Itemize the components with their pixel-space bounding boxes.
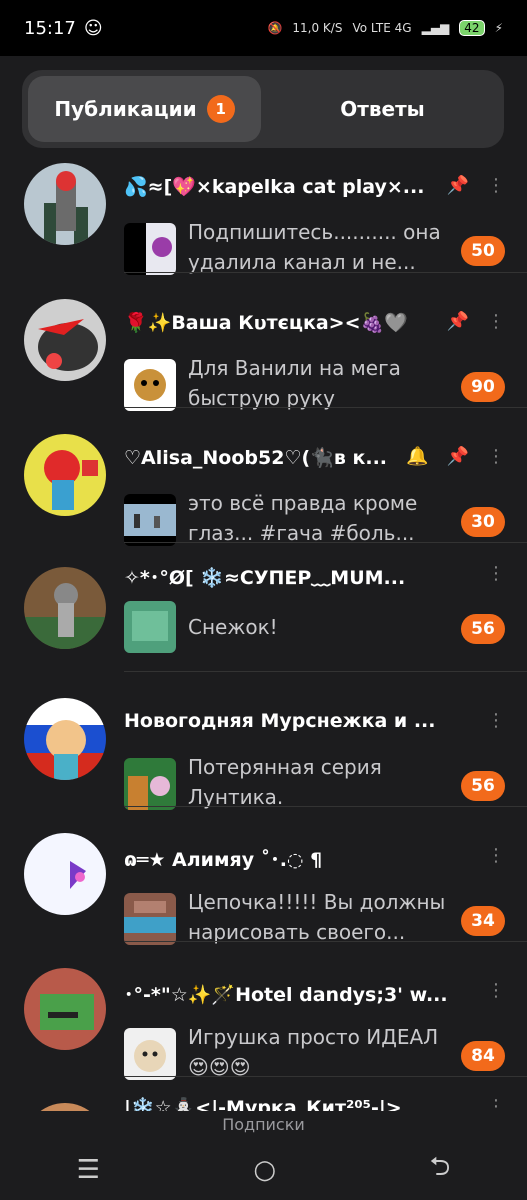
avatar[interactable] bbox=[24, 968, 106, 1050]
mute-icon: 🔕 bbox=[267, 21, 283, 35]
list-item[interactable]: ɷ═★ Алимяу ˚･.◌ ¶ ⋮ Цепочка!!!!! Вы долж… bbox=[0, 806, 527, 945]
system-nav-bar: ☰ ○ ⮌ bbox=[0, 1140, 527, 1200]
unread-count-badge: 34 bbox=[461, 906, 505, 936]
avatar[interactable] bbox=[24, 299, 106, 381]
app-notification-icon: ☺ bbox=[83, 17, 103, 39]
unread-count-badge: 56 bbox=[461, 614, 505, 644]
list-item[interactable]: ♡Alisa_Noob52♡(🐈‍⬛в к... 🔔 📌 ⋮ это всё п… bbox=[0, 407, 527, 546]
avatar[interactable] bbox=[24, 567, 106, 649]
post-author: ♡Alisa_Noob52♡(🐈‍⬛в к... bbox=[124, 447, 388, 469]
list-item[interactable]: ✧*･°Ø[ ❄️≈CУΠΕΡ﹏ΜUΜ... ⋮ Снежок! 56 bbox=[0, 542, 527, 677]
battery-level: 42 bbox=[459, 20, 485, 36]
more-icon[interactable]: ⋮ bbox=[487, 175, 505, 196]
unread-count-badge: 56 bbox=[461, 771, 505, 801]
avatar[interactable] bbox=[24, 434, 106, 516]
post-author: 💦≈[💖×kapelka cat play×... bbox=[124, 176, 425, 198]
charging-icon: ⚡ bbox=[494, 21, 503, 35]
post-author: ✧*･°Ø[ ❄️≈CУΠΕΡ﹏ΜUΜ... bbox=[124, 567, 406, 589]
status-time: 15:17 bbox=[24, 17, 76, 39]
divider bbox=[124, 542, 527, 543]
home-icon[interactable]: ○ bbox=[253, 1155, 276, 1185]
post-preview: Для Ванили на мега быструю руку bbox=[188, 356, 401, 410]
post-preview: Цепочка!!!!! Вы должны нарисовать своего… bbox=[188, 890, 446, 944]
tab-publications[interactable]: Публикации 1 bbox=[28, 76, 261, 142]
more-icon[interactable]: ⋮ bbox=[487, 563, 505, 584]
net-speed: 11,0 K/S bbox=[292, 21, 343, 35]
post-thumbnail[interactable] bbox=[124, 893, 176, 945]
unread-count-badge: 50 bbox=[461, 236, 505, 266]
avatar[interactable] bbox=[24, 698, 106, 780]
post-thumbnail[interactable] bbox=[124, 1028, 176, 1080]
post-thumbnail[interactable] bbox=[124, 494, 176, 546]
post-author: Новогодняя Мурснежка и ... bbox=[124, 710, 436, 732]
post-thumbnail[interactable] bbox=[124, 223, 176, 275]
signal-icon: ▂▄▆ bbox=[421, 21, 450, 35]
post-thumbnail[interactable] bbox=[124, 359, 176, 411]
post-author: 🌹✨Ваша Кυтєцка><🍇🩶 bbox=[124, 312, 408, 334]
tab-replies-label: Ответы bbox=[340, 97, 425, 121]
post-author: ･°-*"☆✨🪄Hotel dandys;3' w... bbox=[124, 984, 448, 1006]
list-item[interactable]: 🌹✨Ваша Кυтєцка><🍇🩶 📌 ⋮ Для Ванили на мег… bbox=[0, 272, 527, 411]
tab-publications-label: Публикации bbox=[54, 97, 197, 121]
post-thumbnail[interactable] bbox=[124, 601, 176, 653]
unread-count-badge: 90 bbox=[461, 372, 505, 402]
post-author: |❄️☆⛄<|-Мурка_Кит²⁰⁵-|> bbox=[124, 1097, 402, 1111]
tab-bar: Публикации 1 Ответы bbox=[22, 70, 504, 148]
back-icon[interactable]: ⮌ bbox=[429, 1148, 450, 1192]
subscriptions-label[interactable]: Подписки bbox=[0, 1115, 527, 1134]
more-icon[interactable]: ⋮ bbox=[487, 845, 505, 866]
bell-icon[interactable]: 🔔 bbox=[406, 446, 428, 467]
post-preview: это всё правда кроме глаз... #гача #боль… bbox=[188, 491, 418, 545]
divider bbox=[124, 272, 527, 273]
list-item[interactable]: Новогодняя Мурснежка и ... ⋮ Потерянная … bbox=[0, 671, 527, 810]
list-item[interactable]: ･°-*"☆✨🪄Hotel dandys;3' w... ⋮ Игрушка п… bbox=[0, 941, 527, 1080]
more-icon[interactable]: ⋮ bbox=[487, 311, 505, 332]
tab-publications-badge: 1 bbox=[206, 95, 235, 123]
tab-replies[interactable]: Ответы bbox=[267, 76, 498, 142]
divider bbox=[124, 941, 527, 942]
post-preview: Игрушка просто ИДЕАЛ😍😍😍 bbox=[188, 1025, 439, 1079]
divider bbox=[124, 1076, 527, 1077]
more-icon[interactable]: ⋮ bbox=[487, 710, 505, 731]
avatar[interactable] bbox=[24, 1103, 106, 1111]
unread-count-badge: 30 bbox=[461, 507, 505, 537]
post-preview: Снежок! bbox=[188, 615, 278, 639]
more-icon[interactable]: ⋮ bbox=[487, 446, 505, 467]
more-icon[interactable]: ⋮ bbox=[487, 1096, 505, 1111]
divider bbox=[124, 806, 527, 807]
unread-count-badge: 84 bbox=[461, 1041, 505, 1071]
avatar[interactable] bbox=[24, 833, 106, 915]
avatar[interactable] bbox=[24, 163, 106, 245]
post-thumbnail[interactable] bbox=[124, 758, 176, 810]
post-preview: Подпишитесь.......... она удалила канал … bbox=[188, 220, 441, 274]
network-indicator: Vo LTE 4G bbox=[352, 21, 412, 35]
pin-icon[interactable]: 📌 bbox=[447, 446, 469, 467]
subscriptions-list: 💦≈[💖×kapelka cat play×... 📌 ⋮ Подпишитес… bbox=[0, 163, 527, 1111]
post-author: ɷ═★ Алимяу ˚･.◌ ¶ bbox=[124, 849, 323, 871]
divider bbox=[124, 671, 527, 672]
more-icon[interactable]: ⋮ bbox=[487, 980, 505, 1001]
pin-icon[interactable]: 📌 bbox=[447, 311, 469, 332]
status-bar: 15:17 ☺ 🔕 11,0 K/S Vo LTE 4G ▂▄▆ 42 ⚡ bbox=[0, 0, 527, 56]
post-preview: Потерянная серия Лунтика. bbox=[188, 755, 382, 809]
pin-icon[interactable]: 📌 bbox=[447, 175, 469, 196]
list-item[interactable]: |❄️☆⛄<|-Мурка_Кит²⁰⁵-|> ⋮ bbox=[0, 1076, 527, 1111]
divider bbox=[124, 407, 527, 408]
menu-icon[interactable]: ☰ bbox=[77, 1155, 100, 1185]
